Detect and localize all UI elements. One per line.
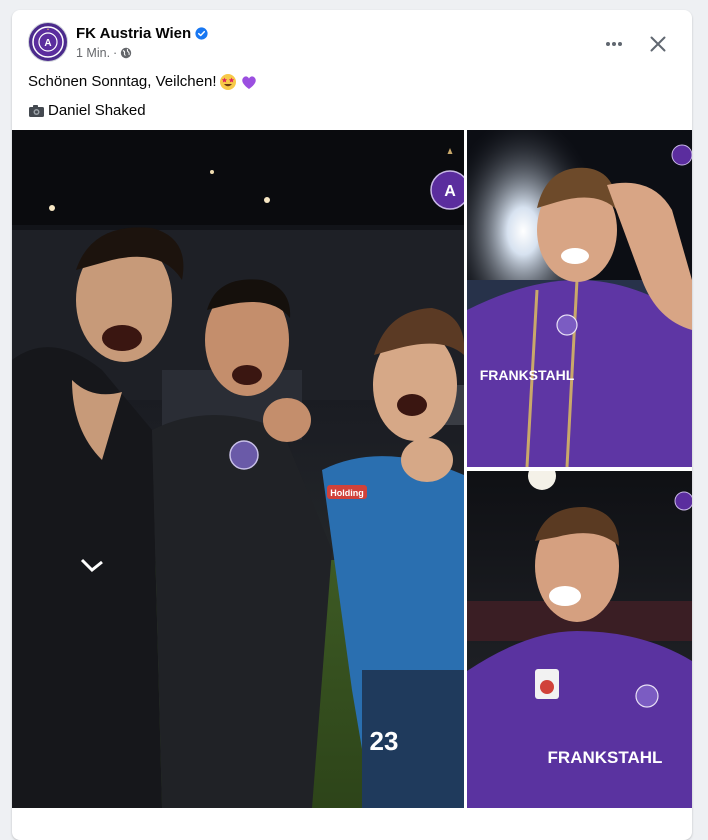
purple-heart-emoji [242,76,257,89]
star-struck-emoji [220,74,237,90]
photo-credit: Daniel Shaked [48,102,146,119]
name-row: FK Austria Wien [76,24,208,43]
svg-text:A: A [44,38,51,49]
jersey-sponsor-text-2: FRANKSTAHL [548,748,663,767]
verified-badge-icon [195,26,208,40]
jersey-sponsor-text: FRANKSTAHL [480,367,575,383]
photo-celebration[interactable]: A Holding 23 [12,130,464,808]
page-name[interactable]: FK Austria Wien [76,24,191,43]
post-timestamp[interactable]: 1 Min. [76,45,110,61]
post-subline: 1 Min. · [76,45,208,61]
camera-icon [29,105,44,117]
photo-gallery: A Holding 23 FRANKSTAHL FRANKSTAHL [12,130,692,810]
post-card: A FK Austria Wien 1 Min. · Schönen Sonnt… [12,10,692,840]
more-options-icon [606,42,622,46]
sleeve-sponsor-text: Holding [330,488,364,498]
photo-player-laughing[interactable]: FRANKSTAHL [467,471,692,808]
svg-text:A: A [444,183,456,200]
post-header: A FK Austria Wien 1 Min. · [28,22,208,62]
caption-text: Schönen Sonntag, Veilchen! [28,73,217,90]
shorts-number-text: 23 [370,726,399,756]
photo-player-hand-on-head-image: FRANKSTAHL [467,130,692,467]
globe-icon[interactable] [120,47,132,59]
post-caption: Schönen Sonntag, Veilchen! Daniel Shaked [28,72,258,121]
photo-celebration-image: A Holding 23 [12,130,464,808]
post-meta: FK Austria Wien 1 Min. · [76,24,208,61]
page-avatar[interactable]: A [28,22,68,62]
post-actions [596,26,676,62]
close-icon [650,36,666,52]
caption-line: Schönen Sonntag, Veilchen! [28,72,258,92]
more-options-button[interactable] [596,26,632,62]
credit-line: Daniel Shaked [28,101,258,121]
separator-dot: · [113,45,118,60]
photo-player-hand-on-head[interactable]: FRANKSTAHL [467,130,692,467]
austria-logo-icon: A [32,26,64,58]
photo-player-laughing-image: FRANKSTAHL [467,471,692,808]
close-button[interactable] [640,26,676,62]
